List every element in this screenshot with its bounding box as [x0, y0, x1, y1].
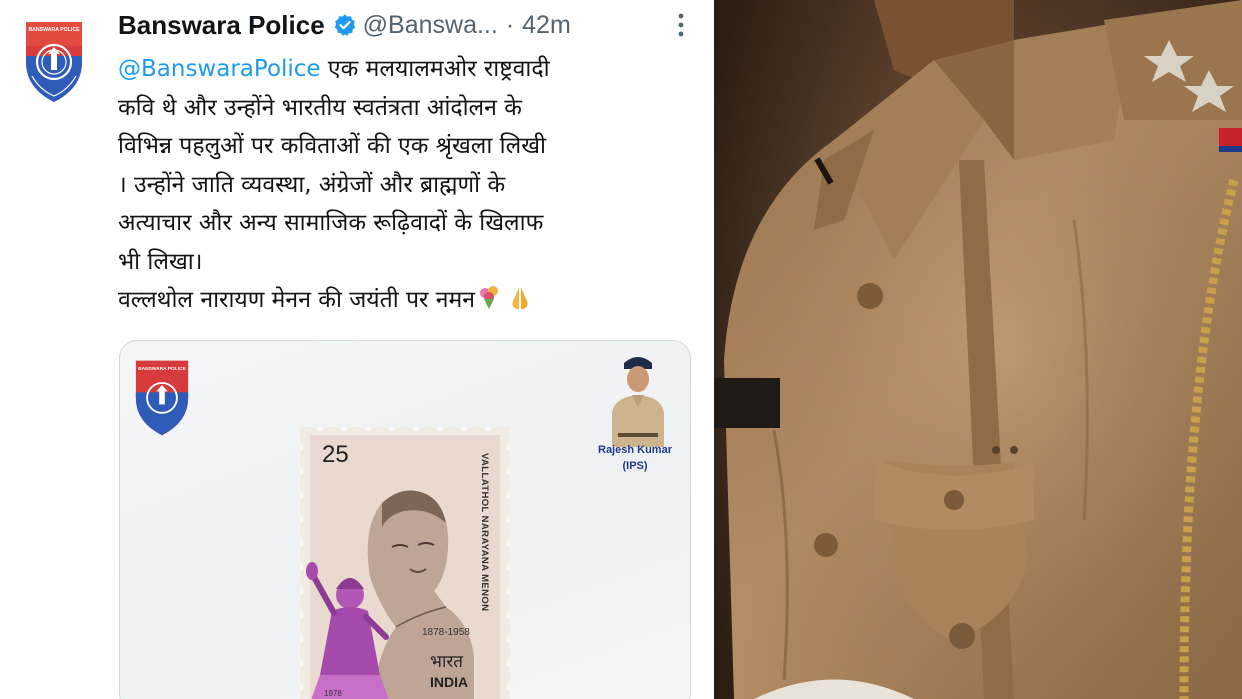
stamp-side-text: VALLATHOL NARAYANA MENON	[479, 453, 490, 612]
stamp-value: 25	[322, 441, 349, 468]
tweet-line-6: भी लिखा।	[118, 248, 203, 275]
verified-badge-icon	[333, 13, 357, 37]
officer-portrait	[598, 347, 678, 447]
tweet-header: Banswara Police @Banswa... · 42m	[118, 8, 698, 42]
officer-name: Rajesh Kumar	[598, 444, 672, 456]
police-logo-icon: BANSWARA POLICE	[128, 355, 196, 439]
more-options-icon[interactable]	[670, 10, 692, 40]
police-shield-icon: BANSWARA POLICE	[26, 22, 82, 102]
postage-stamp: 25 VALLATHOL NARAYANA MENON 1878-1958 भा…	[300, 427, 510, 699]
media-logo-text: BANSWARA POLICE	[138, 366, 186, 372]
stamp-years: 1878-1958	[422, 627, 470, 638]
header-separator: ·	[505, 10, 515, 39]
officer-rank: (IPS)	[622, 460, 648, 472]
stamp-country: INDIA	[430, 674, 469, 690]
tweet-line-1: @BanswaraPolice एक मलयालमओर राष्ट्रवादी	[118, 56, 550, 82]
tweet-text: @BanswaraPolice एक मलयालमओर राष्ट्रवादी …	[118, 50, 698, 320]
folded-hands-emoji-icon	[505, 285, 535, 311]
stamp-bharat: भारत	[430, 652, 463, 672]
avatar-logo-text: BANSWARA POLICE	[28, 27, 80, 33]
police-uniform-photo	[714, 0, 1242, 699]
tweet-media-card[interactable]: BANSWARA POLICE Rajesh Kumar (IPS) 25 VA…	[119, 340, 691, 699]
tweet-line-2: कवि थे और उन्होंने भारतीय स्वतंत्रता आंद…	[118, 94, 522, 121]
user-handle[interactable]: @Banswa...	[363, 11, 498, 40]
banswara-police-avatar[interactable]: BANSWARA POLICE	[18, 16, 90, 106]
tweet-line-5: अत्याचार और अन्य सामाजिक रूढ़िवादों के ख…	[118, 210, 544, 236]
tweet-timestamp[interactable]: 42m	[522, 11, 571, 40]
tweet-line-4: । उन्होंने जाति व्यवस्था, अंग्रेजों और ब…	[118, 171, 506, 198]
tweet-line-3: विभिन्न पहलुओं पर कविताओं की एक श्रृंखला…	[118, 133, 546, 159]
stamp-issue-year: 1978	[324, 689, 342, 698]
mention-link[interactable]: @BanswaraPolice	[118, 56, 321, 82]
display-name[interactable]: Banswara Police	[118, 10, 325, 41]
tweet-line-7: वल्लथोल नारायण मेनन की जयंती पर नमन	[118, 281, 698, 320]
tweet-card[interactable]: BANSWARA POLICE Banswara Police @Banswa.…	[0, 0, 710, 699]
bouquet-emoji-icon	[475, 285, 505, 311]
uniform-illustration	[714, 0, 1242, 699]
